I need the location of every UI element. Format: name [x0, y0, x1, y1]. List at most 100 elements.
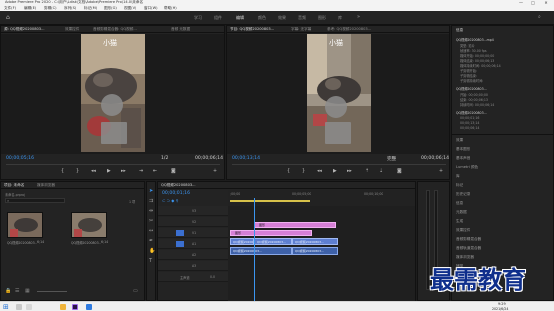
section-audio-clip-mixer[interactable]: 音频剪辑混合器: [456, 237, 481, 242]
slip-tool-icon[interactable]: ↔: [149, 228, 153, 234]
v1-target-toggle[interactable]: [176, 230, 184, 236]
program-mark-out-icon[interactable]: }: [302, 169, 305, 174]
program-mark-in-icon[interactable]: {: [287, 169, 290, 174]
tab-program[interactable]: 节目: QQ视频20200803...: [230, 27, 274, 32]
master-volume-value[interactable]: 0.0: [210, 275, 215, 279]
workspace-editing[interactable]: 编辑: [236, 15, 244, 21]
track-lanes[interactable]: 图形 图形 QQ视频20200803... QQ视频20200803... QQ…: [228, 206, 415, 302]
task-view-icon[interactable]: [26, 304, 32, 310]
search-icon[interactable]: ⌕: [538, 14, 541, 20]
tab-effect-controls[interactable]: 效果控件: [65, 27, 79, 32]
workspace-audio[interactable]: 音频: [298, 15, 306, 21]
list-view-icon[interactable]: ☰: [15, 288, 19, 294]
source-zoom[interactable]: 1/2: [161, 156, 168, 161]
program-viewer[interactable]: 小猫: [227, 34, 449, 154]
razor-tool-icon[interactable]: ✂: [149, 218, 153, 224]
program-fit[interactable]: 完整: [387, 156, 396, 162]
overwrite-icon[interactable]: ⇤: [153, 169, 157, 174]
add-button-icon[interactable]: +: [213, 169, 217, 174]
project-item-thumb-1[interactable]: [71, 212, 107, 238]
program-play-icon[interactable]: ▶: [333, 169, 337, 174]
extract-icon[interactable]: ⇣: [379, 169, 383, 174]
section-info[interactable]: 信息: [456, 201, 463, 206]
tab-metadata[interactable]: 音频 元数据: [171, 27, 190, 32]
section-essential-sound[interactable]: 基本声音: [456, 156, 470, 161]
project-item-thumb-0[interactable]: [7, 212, 43, 238]
section-effect-controls[interactable]: 效果控件: [456, 228, 470, 233]
project-item-name-1[interactable]: QQ视频20200803...: [71, 240, 101, 245]
snap-icon[interactable]: ⊂ ⊃ ◆ ⚲: [162, 198, 179, 203]
project-search-input[interactable]: ⌕: [5, 198, 65, 203]
workspace-libraries[interactable]: 库: [338, 15, 342, 21]
export-frame-icon[interactable]: ◙: [171, 169, 176, 174]
icon-view-icon[interactable]: ▦: [25, 288, 30, 294]
more-workspaces-icon[interactable]: »: [357, 14, 360, 20]
thumbnail-zoom-slider[interactable]: [37, 291, 67, 292]
section-essential-graphics[interactable]: 基本图形: [456, 147, 470, 152]
insert-icon[interactable]: ⇥: [139, 169, 143, 174]
selection-tool-icon[interactable]: ➤: [149, 188, 153, 194]
workspace-color[interactable]: 颜色: [258, 15, 266, 21]
section-libraries[interactable]: 库: [456, 174, 460, 179]
program-export-frame-icon[interactable]: ◙: [397, 169, 402, 174]
new-item-icon[interactable]: ▭: [133, 288, 138, 294]
clock-date[interactable]: 2021/6/24: [492, 307, 508, 311]
workspace-effects[interactable]: 效果: [278, 15, 286, 21]
video-clip-b[interactable]: QQ视频20200803...: [254, 238, 292, 245]
section-metadata[interactable]: 元数据: [456, 210, 467, 215]
video-clip-a[interactable]: QQ视频20200803...: [230, 238, 254, 245]
playhead-line[interactable]: [254, 206, 255, 302]
tab-media-browser[interactable]: 媒体浏览器: [37, 183, 55, 188]
graphic-clip-v2[interactable]: 图形: [230, 230, 312, 236]
workspace-learn[interactable]: 学习: [194, 15, 202, 21]
program-scrub-bar[interactable]: [232, 164, 446, 165]
lift-icon[interactable]: ⇡: [365, 169, 369, 174]
tab-audio-clip-mixer[interactable]: 音频剪辑混合器: QQ视频...: [93, 27, 137, 32]
project-item-name-0[interactable]: QQ视频20200803...: [7, 240, 37, 245]
pen-tool-icon[interactable]: ✒: [149, 238, 153, 244]
play-icon[interactable]: ▶: [107, 169, 111, 174]
type-tool-icon[interactable]: T: [149, 258, 152, 264]
program-step-forward-icon[interactable]: ▸▸: [347, 169, 352, 174]
source-timecode[interactable]: 00;00;05;16: [6, 156, 34, 161]
home-icon[interactable]: ⌂: [6, 14, 10, 21]
workspace-assembly[interactable]: 组件: [214, 15, 222, 21]
section-lumetri[interactable]: Lumetri 颜色: [456, 165, 478, 170]
program-timecode[interactable]: 00;00;13;14: [232, 156, 260, 161]
audio-clip-b[interactable]: QQ视频20200803...: [292, 247, 338, 255]
file-explorer-icon[interactable]: [60, 304, 66, 310]
tab-sequence[interactable]: QQ视频20200803...: [161, 183, 196, 188]
source-scrub-bar[interactable]: [6, 164, 220, 165]
lock-icon[interactable]: 🔒: [5, 288, 11, 294]
audio-clip-a[interactable]: QQ视频20200803...: [230, 247, 292, 255]
section-markers[interactable]: 标记: [456, 183, 463, 188]
program-step-back-icon[interactable]: ◂◂: [317, 169, 322, 174]
a1-target-toggle[interactable]: [176, 241, 184, 247]
tab-reference[interactable]: 参考: QQ视频20200803...: [327, 27, 371, 32]
tab-captions[interactable]: 字幕: 无字幕: [291, 27, 311, 32]
work-area-bar[interactable]: [230, 200, 310, 202]
workspace-graphics[interactable]: 图形: [318, 15, 326, 21]
playhead-marker[interactable]: [254, 198, 255, 206]
section-audio-track-mixer[interactable]: 音频轨道混合器: [456, 246, 481, 251]
time-ruler[interactable]: ;00;00 00;00;05;00 00;00;10;00: [228, 190, 415, 206]
timeline-timecode[interactable]: 00;00;01;16: [162, 191, 190, 196]
tab-source[interactable]: 源: QQ视频20200803...: [4, 27, 45, 32]
mark-out-icon[interactable]: }: [76, 169, 79, 174]
graphic-clip-v3[interactable]: 图形: [254, 222, 336, 228]
tab-project[interactable]: 项目: 未命名: [4, 183, 24, 188]
mark-in-icon[interactable]: {: [61, 169, 64, 174]
ripple-edit-tool-icon[interactable]: ⇹: [149, 208, 153, 214]
search-taskbar-icon[interactable]: [16, 304, 22, 310]
word-icon[interactable]: [86, 304, 92, 310]
track-select-tool-icon[interactable]: ⇉: [149, 198, 153, 204]
source-viewer[interactable]: 小猫: [1, 34, 224, 154]
hand-tool-icon[interactable]: ✋: [149, 248, 155, 254]
clock-time[interactable]: 9:29: [498, 302, 506, 306]
windows-start-icon[interactable]: ⊞: [3, 303, 9, 311]
step-forward-icon[interactable]: ▸▸: [121, 169, 126, 174]
section-generate[interactable]: 生成: [456, 219, 463, 224]
program-add-button-icon[interactable]: +: [439, 169, 443, 174]
step-back-icon[interactable]: ◂◂: [91, 169, 96, 174]
section-history[interactable]: 历史记录: [456, 192, 470, 197]
